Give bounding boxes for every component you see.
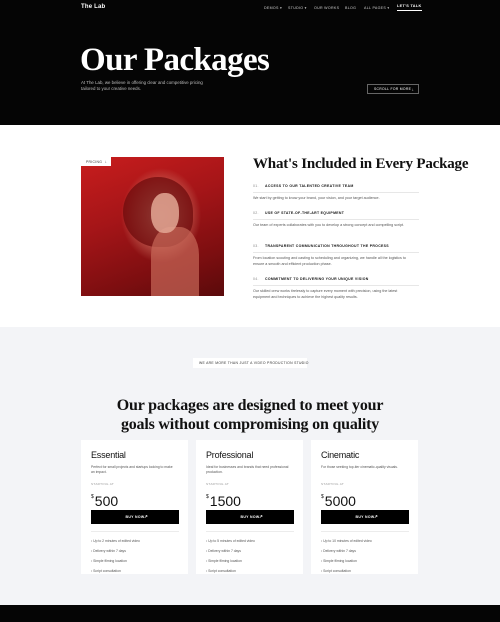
scroll-label: SCROLL FOR MORE [374, 87, 412, 91]
packages-title: Our packages are designed to meet your g… [100, 396, 400, 434]
package-name: Essential [91, 450, 126, 460]
included-section: PRICING ↓ What's Included in Every Packa… [0, 125, 500, 327]
package-card-cinematic: Cinematic For those seeking top-tier cin… [311, 440, 418, 574]
top-nav: The Lab DEMOS ▾ STUDIO ▾ OUR WORKS BLOG … [0, 0, 500, 16]
package-description: Perfect for small projects and startups … [91, 465, 173, 474]
arrow-up-right-icon: ↗ [374, 514, 379, 519]
divider [253, 285, 419, 286]
divider [253, 219, 419, 220]
feature-item: 03. TRANSPARENT COMMUNICATION THROUGHOUT … [253, 244, 419, 267]
price-value: 1500 [209, 493, 241, 509]
studio-badge[interactable]: WE ARE MORE THAN JUST A VIDEO PRODUCTION… [193, 358, 309, 368]
list-item: Delivery within 7 days [206, 546, 255, 556]
list-item: Script consultation [321, 566, 372, 576]
footer-strip [0, 605, 500, 622]
currency-symbol: $ [91, 494, 94, 500]
packages-title-line-2: goals without compromising on quality [120, 416, 380, 433]
list-item: Delivery within 7 days [321, 546, 372, 556]
logo[interactable]: The Lab [81, 4, 105, 10]
buy-now-button[interactable]: BUY NOW ↗ [321, 510, 409, 524]
starting-at-label: STARTING AT [206, 482, 230, 486]
arrow-right-icon: › [300, 360, 302, 365]
list-item: Script consultation [91, 566, 140, 576]
feature-text: We start by getting to know your brand, … [253, 196, 380, 200]
feature-item: 01. ACCESS TO OUR TALENTED CREATIVE TEAM … [253, 184, 419, 202]
pricing-tag[interactable]: PRICING ↓ [81, 157, 111, 166]
package-description: For those seeking top-tier cinematic-qua… [321, 465, 398, 469]
nav-item-our-works[interactable]: OUR WORKS [314, 6, 339, 10]
packages-title-line-1: Our packages are designed to meet your [116, 397, 384, 414]
price-value: 500 [94, 493, 119, 509]
package-features: Up to 5 minutes of edited video Delivery… [206, 536, 255, 576]
buy-now-label: BUY NOW [355, 515, 375, 519]
nav-item-blog[interactable]: BLOG [345, 6, 356, 10]
buy-now-button[interactable]: BUY NOW ↗ [91, 510, 179, 524]
package-description: Ideal for businesses and brands that nee… [206, 465, 289, 474]
scroll-for-more-button[interactable]: SCROLL FOR MORE ↓ [367, 84, 419, 94]
list-item: Simple filming location [321, 556, 372, 566]
arrow-down-icon: ↓ [104, 159, 107, 164]
divider [91, 531, 179, 532]
pricing-tag-label: PRICING [86, 159, 103, 164]
starting-at-label: STARTING AT [91, 482, 115, 486]
packages-section: WE ARE MORE THAN JUST A VIDEO PRODUCTION… [0, 327, 500, 605]
nav-item-all-pages[interactable]: ALL PAGES ▾ [364, 6, 389, 10]
hero-section: The Lab DEMOS ▾ STUDIO ▾ OUR WORKS BLOG … [0, 0, 500, 125]
package-name: Cinematic [321, 450, 360, 460]
divider [253, 192, 419, 193]
divider [206, 531, 294, 532]
package-price: $500 [91, 493, 118, 509]
list-item: Up to 10 minutes of edited video [321, 536, 372, 546]
buy-now-label: BUY NOW [125, 515, 145, 519]
package-price: $1500 [206, 493, 241, 509]
list-item: Simple filming location [206, 556, 255, 566]
arrow-up-right-icon: ↗ [259, 514, 264, 519]
feature-title: TRANSPARENT COMMUNICATION THROUGHOUT THE… [265, 244, 389, 248]
package-features: Up to 10 minutes of edited video Deliver… [321, 536, 372, 576]
divider [253, 252, 419, 253]
feature-number: 02. [253, 211, 259, 215]
package-card-professional: Professional Ideal for businesses and br… [196, 440, 303, 574]
feature-number: 01. [253, 184, 259, 188]
feature-number: 03. [253, 244, 259, 248]
nav-item-studio[interactable]: STUDIO ▾ [288, 6, 307, 10]
buy-now-button[interactable]: BUY NOW ↗ [206, 510, 294, 524]
currency-symbol: $ [321, 494, 324, 500]
feature-title: ACCESS TO OUR TALENTED CREATIVE TEAM [265, 184, 354, 188]
package-features: Up to 2 minutes of edited video Delivery… [91, 536, 140, 576]
page-title: Our Packages [80, 42, 270, 78]
feature-text: Our skilled crew works tirelessly to cap… [253, 289, 398, 299]
price-value: 5000 [324, 493, 356, 509]
feature-text: Our team of experts collaborates with yo… [253, 223, 405, 227]
package-price: $5000 [321, 493, 356, 509]
lets-talk-button[interactable]: LET'S TALK [397, 4, 422, 11]
arrow-down-icon: ↓ [411, 87, 414, 92]
feature-title: USE OF STATE-OF-THE-ART EQUIPMENT [265, 211, 345, 215]
package-name: Professional [206, 450, 254, 460]
list-item: Simple filming location [91, 556, 140, 566]
feature-item: 04. COMMITMENT TO DELIVERING YOUR UNIQUE … [253, 277, 419, 300]
divider [321, 531, 409, 532]
feature-item: 02. USE OF STATE-OF-THE-ART EQUIPMENT Our… [253, 211, 419, 229]
included-title: What's Included in Every Package [253, 156, 469, 172]
woman-portrait-image [81, 157, 224, 296]
feature-number: 04. [253, 277, 259, 281]
hero-description: At The Lab, we believe in offering clear… [81, 80, 203, 91]
feature-text: From location scouting and casting to sc… [253, 256, 406, 266]
package-card-essential: Essential Perfect for small projects and… [81, 440, 188, 574]
buy-now-label: BUY NOW [240, 515, 260, 519]
list-item: Up to 5 minutes of edited video [206, 536, 255, 546]
starting-at-label: STARTING AT [321, 482, 345, 486]
list-item: Up to 2 minutes of edited video [91, 536, 140, 546]
nav-item-demos[interactable]: DEMOS ▾ [264, 6, 282, 10]
list-item: Script consultation [206, 566, 255, 576]
arrow-up-right-icon: ↗ [144, 514, 149, 519]
studio-badge-label: WE ARE MORE THAN JUST A VIDEO PRODUCTION… [199, 361, 309, 365]
list-item: Delivery within 7 days [91, 546, 140, 556]
currency-symbol: $ [206, 494, 209, 500]
feature-title: COMMITMENT TO DELIVERING YOUR UNIQUE VIS… [265, 277, 369, 281]
